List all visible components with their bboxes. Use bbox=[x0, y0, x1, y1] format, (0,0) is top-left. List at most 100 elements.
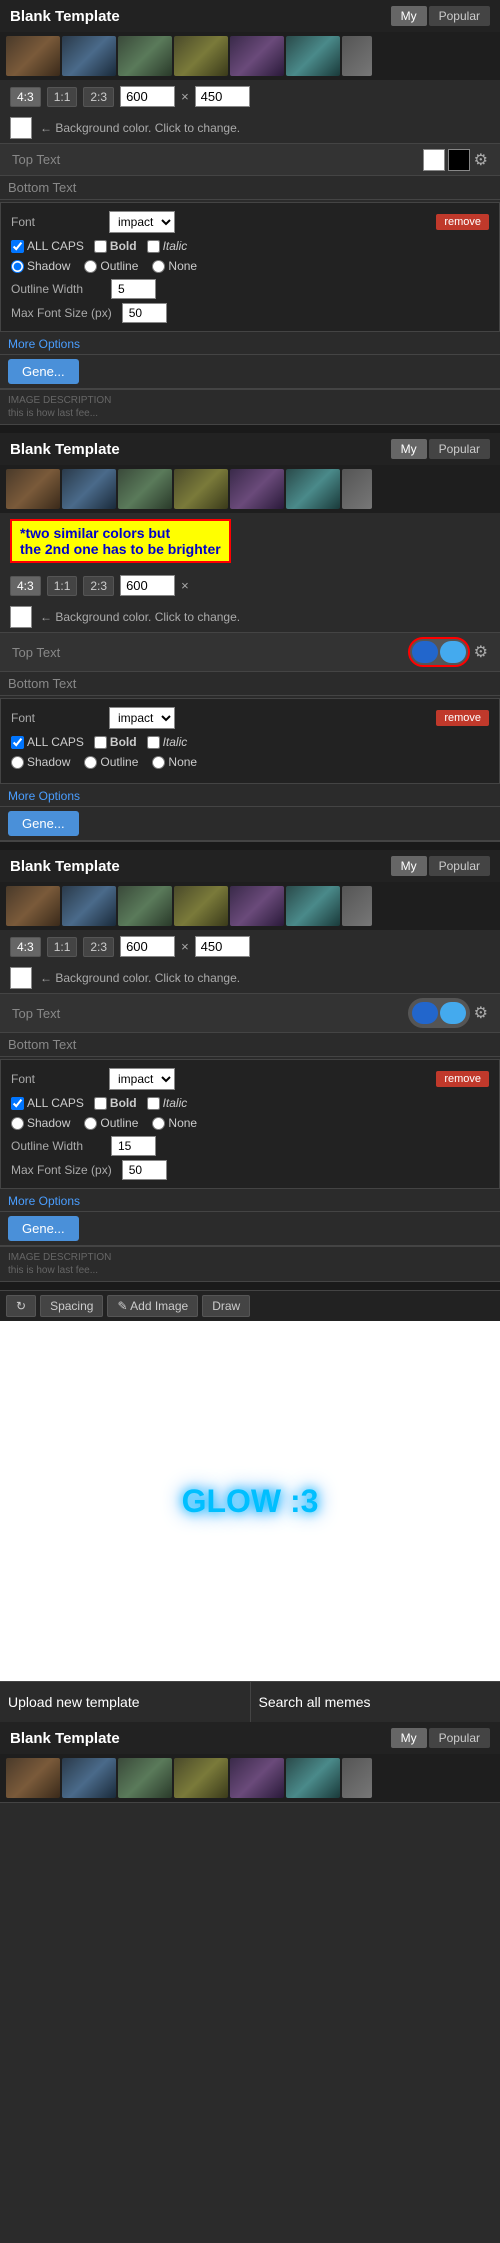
thumb-4-2[interactable] bbox=[62, 1758, 116, 1798]
generate-btn-2[interactable]: Gene... bbox=[8, 811, 79, 836]
gear-icon-1[interactable]: ⚙ bbox=[470, 150, 492, 170]
thumb-2-2[interactable] bbox=[62, 469, 116, 509]
toggle-blue-light-3[interactable] bbox=[440, 1002, 466, 1024]
width-input-2[interactable] bbox=[120, 575, 175, 596]
none-radio-2[interactable]: None bbox=[152, 755, 197, 769]
thumb-1[interactable] bbox=[6, 36, 60, 76]
thumb-2-3[interactable] bbox=[118, 469, 172, 509]
thumb-3-3[interactable] bbox=[118, 886, 172, 926]
add-image-btn[interactable]: ✎ Add Image bbox=[107, 1295, 198, 1317]
width-input-1[interactable] bbox=[120, 86, 175, 107]
thumb-5[interactable] bbox=[230, 36, 284, 76]
allcaps-check-2[interactable]: ALL CAPS bbox=[11, 735, 84, 749]
bottom-text-label-2[interactable]: Bottom Text bbox=[8, 676, 492, 691]
allcaps-check-1[interactable]: ALL CAPS bbox=[11, 239, 84, 253]
none-radio-1[interactable]: None bbox=[152, 259, 197, 273]
thumb-2-6[interactable] bbox=[286, 469, 340, 509]
thumb-2-4[interactable] bbox=[174, 469, 228, 509]
italic-check-2[interactable]: Italic bbox=[147, 735, 188, 749]
bottom-text-label-3[interactable]: Bottom Text bbox=[8, 1037, 492, 1052]
bg-color-swatch-2[interactable] bbox=[10, 606, 32, 628]
maxfont-val-1[interactable] bbox=[122, 303, 167, 323]
toggle-blue-dark-3[interactable] bbox=[412, 1002, 438, 1024]
ratio-11-2[interactable]: 1:1 bbox=[47, 576, 78, 596]
allcaps-check-3[interactable]: ALL CAPS bbox=[11, 1096, 84, 1110]
height-input-1[interactable] bbox=[195, 86, 250, 107]
tab-popular-1[interactable]: Popular bbox=[429, 6, 490, 26]
thumb-3-2[interactable] bbox=[62, 886, 116, 926]
thumb-3-4[interactable] bbox=[174, 886, 228, 926]
thumb-4-1[interactable] bbox=[6, 1758, 60, 1798]
bg-color-swatch-1[interactable] bbox=[10, 117, 32, 139]
ratio-23-1[interactable]: 2:3 bbox=[83, 87, 114, 107]
maxfont-val-3[interactable] bbox=[122, 1160, 167, 1180]
bottom-text-label-1[interactable]: Bottom Text bbox=[8, 180, 492, 195]
thumb-2-1[interactable] bbox=[6, 469, 60, 509]
more-options-link-3[interactable]: More Options bbox=[8, 1194, 80, 1208]
remove-btn-3[interactable]: remove bbox=[436, 1071, 489, 1087]
thumb-4-6[interactable] bbox=[286, 1758, 340, 1798]
canvas-area[interactable]: GLOW :3 bbox=[0, 1321, 500, 1681]
top-text-label-1[interactable]: Top Text bbox=[8, 148, 423, 171]
font-select-2[interactable]: impact bbox=[109, 707, 175, 729]
thumb-4-more[interactable] bbox=[342, 1758, 372, 1798]
outlinewidth-val-3[interactable] bbox=[111, 1136, 156, 1156]
thumb-4[interactable] bbox=[174, 36, 228, 76]
upload-btn[interactable]: Upload new template bbox=[0, 1682, 251, 1722]
ratio-43-3[interactable]: 4:3 bbox=[10, 937, 41, 957]
none-radio-3[interactable]: None bbox=[152, 1116, 197, 1130]
more-options-link-1[interactable]: More Options bbox=[8, 337, 80, 351]
thumb-4-3[interactable] bbox=[118, 1758, 172, 1798]
ratio-11-1[interactable]: 1:1 bbox=[47, 87, 78, 107]
italic-check-3[interactable]: Italic bbox=[147, 1096, 188, 1110]
ratio-43-1[interactable]: 4:3 bbox=[10, 87, 41, 107]
tab-my-4[interactable]: My bbox=[391, 1728, 427, 1748]
thumb-3-1[interactable] bbox=[6, 886, 60, 926]
tab-my-3[interactable]: My bbox=[391, 856, 427, 876]
ratio-23-2[interactable]: 2:3 bbox=[83, 576, 114, 596]
toggle-blue-dark[interactable] bbox=[412, 641, 438, 663]
draw-btn[interactable]: Draw bbox=[202, 1295, 250, 1317]
gear-icon-2[interactable]: ⚙ bbox=[470, 642, 492, 662]
bold-check-1[interactable]: Bold bbox=[94, 239, 137, 253]
outline-radio-1[interactable]: Outline bbox=[84, 259, 138, 273]
top-text-label-3[interactable]: Top Text bbox=[8, 1002, 408, 1025]
shadow-radio-1[interactable]: Shadow bbox=[11, 259, 70, 273]
tab-my-2[interactable]: My bbox=[391, 439, 427, 459]
bg-color-swatch-3[interactable] bbox=[10, 967, 32, 989]
thumb-3-more[interactable] bbox=[342, 886, 372, 926]
remove-btn-1[interactable]: remove bbox=[436, 214, 489, 230]
tab-popular-4[interactable]: Popular bbox=[429, 1728, 490, 1748]
font-select-3[interactable]: impact bbox=[109, 1068, 175, 1090]
bold-check-2[interactable]: Bold bbox=[94, 735, 137, 749]
top-text-label-2[interactable]: Top Text bbox=[8, 641, 408, 664]
thumb-3[interactable] bbox=[118, 36, 172, 76]
thumb-2-more[interactable] bbox=[342, 469, 372, 509]
tab-popular-2[interactable]: Popular bbox=[429, 439, 490, 459]
search-btn[interactable]: Search all memes bbox=[251, 1682, 500, 1722]
remove-btn-2[interactable]: remove bbox=[436, 710, 489, 726]
ratio-43-2[interactable]: 4:3 bbox=[10, 576, 41, 596]
ratio-23-3[interactable]: 2:3 bbox=[83, 937, 114, 957]
font-select-1[interactable]: impact bbox=[109, 211, 175, 233]
text-color-black-1[interactable] bbox=[448, 149, 470, 171]
more-options-link-2[interactable]: More Options bbox=[8, 789, 80, 803]
outline-radio-2[interactable]: Outline bbox=[84, 755, 138, 769]
thumb-2-5[interactable] bbox=[230, 469, 284, 509]
spacing-btn[interactable]: Spacing bbox=[40, 1295, 103, 1317]
tab-popular-3[interactable]: Popular bbox=[429, 856, 490, 876]
thumb-4-5[interactable] bbox=[230, 1758, 284, 1798]
thumb-4-4[interactable] bbox=[174, 1758, 228, 1798]
thumb-3-5[interactable] bbox=[230, 886, 284, 926]
outlinewidth-val-1[interactable] bbox=[111, 279, 156, 299]
gear-icon-3[interactable]: ⚙ bbox=[470, 1003, 492, 1023]
thumb-2[interactable] bbox=[62, 36, 116, 76]
outline-radio-3[interactable]: Outline bbox=[84, 1116, 138, 1130]
bold-check-3[interactable]: Bold bbox=[94, 1096, 137, 1110]
width-input-3[interactable] bbox=[120, 936, 175, 957]
shadow-radio-3[interactable]: Shadow bbox=[11, 1116, 70, 1130]
thumb-6[interactable] bbox=[286, 36, 340, 76]
italic-check-1[interactable]: Italic bbox=[147, 239, 188, 253]
height-input-3[interactable] bbox=[195, 936, 250, 957]
thumb-3-6[interactable] bbox=[286, 886, 340, 926]
